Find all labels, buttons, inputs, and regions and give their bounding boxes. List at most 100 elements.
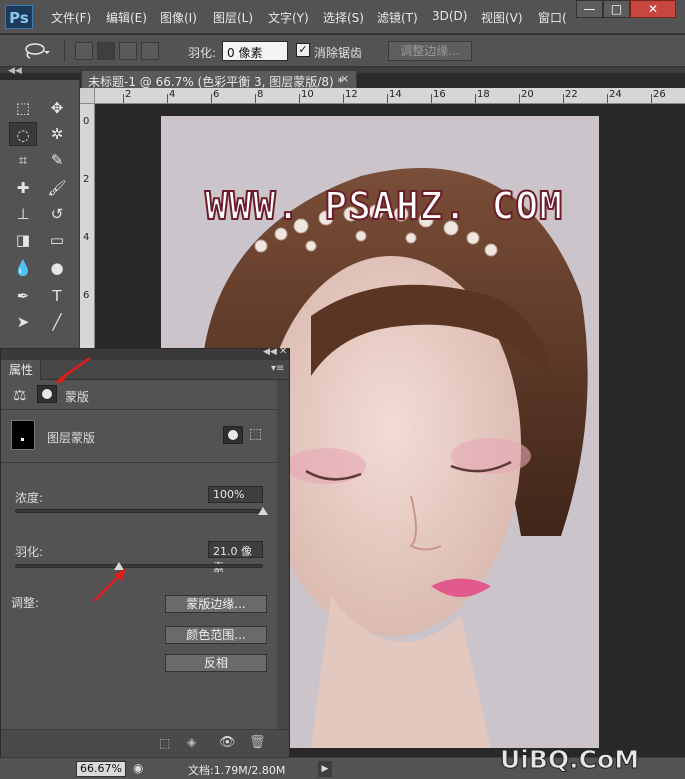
load-selection-icon[interactable]: ⬚ <box>159 736 170 750</box>
type-tool-icon[interactable]: T <box>43 284 71 308</box>
lasso-tool-icon[interactable]: ◌ <box>9 122 37 146</box>
antialias-checkbox[interactable]: ✓ <box>296 43 310 57</box>
annotation-arrow <box>93 568 126 602</box>
feather-value-field[interactable]: 21.0 像素 <box>208 541 263 574</box>
refine-edge-button[interactable]: 调整边缘... <box>388 41 472 61</box>
menu-file[interactable]: 文件(F) <box>51 9 91 26</box>
adjust-label: 调整: <box>11 596 40 610</box>
density-label: 浓度: <box>15 491 44 505</box>
marquee-tool-icon[interactable]: ⬚ <box>9 96 37 120</box>
collapse-panel-icon[interactable]: ◀◀ <box>8 66 22 76</box>
panel-footer: ⬚ ◈ 👁 🗑 <box>1 729 289 757</box>
ruler-tick-label: 6 <box>83 290 90 301</box>
trash-icon[interactable]: 🗑 <box>249 735 266 750</box>
menu-view[interactable]: 视图(V) <box>481 9 523 26</box>
subtract-selection-button[interactable] <box>119 42 137 60</box>
invert-button[interactable]: 反相 <box>165 654 267 672</box>
document-tab[interactable]: 未标题-1 @ 66.7% (色彩平衡 3, 图层蒙版/8) * × <box>81 70 357 89</box>
divider <box>1 409 276 410</box>
crop-tool-icon[interactable]: ⌗ <box>9 148 37 172</box>
ruler-tick <box>519 94 520 103</box>
mask-thumbnail[interactable] <box>11 420 35 450</box>
horizontal-ruler[interactable]: 2 4 6 8 10 12 14 16 18 20 22 24 26 <box>95 88 685 104</box>
color-range-button[interactable]: 颜色范围... <box>165 626 267 644</box>
ruler-tick <box>167 94 168 103</box>
ruler-tick <box>607 94 608 103</box>
eyedropper-tool-icon[interactable]: ✎ <box>43 148 71 172</box>
panel-tabbar: 属性 ▾≡ <box>1 360 289 380</box>
visibility-eye-icon[interactable]: 👁 <box>219 735 236 750</box>
mask-edge-button[interactable]: 蒙版边缘... <box>165 595 267 613</box>
antialias-label: 消除锯齿 <box>314 46 363 60</box>
ruler-tick-label: 2 <box>125 89 132 100</box>
density-slider-thumb[interactable] <box>258 507 268 515</box>
select-layer-mask-button[interactable] <box>223 426 243 444</box>
panel-topbar: ◀◀ ✕ <box>1 346 289 360</box>
section-title: 蒙版 <box>65 390 90 404</box>
collapse-icon[interactable]: ◀◀ <box>263 347 277 357</box>
feather-label: 羽化: <box>15 545 44 559</box>
pen-tool-icon[interactable]: ✒ <box>9 284 37 308</box>
clone-stamp-tool-icon[interactable]: ⊥ <box>9 202 37 226</box>
zoom-field[interactable]: 66.67% <box>76 761 126 777</box>
panel-menu-icon[interactable]: ▾≡ <box>271 363 284 374</box>
tab-properties[interactable]: 属性 <box>1 360 41 380</box>
vector-mask-icon[interactable]: ⬚ <box>249 426 262 442</box>
feather-slider[interactable] <box>15 564 263 568</box>
menu-image[interactable]: 图像(I) <box>160 9 197 26</box>
density-slider[interactable] <box>15 509 263 513</box>
intersect-selection-button[interactable] <box>141 42 159 60</box>
lasso-icon[interactable] <box>24 43 50 59</box>
ruler-tick-label: 8 <box>257 89 264 100</box>
mask-dot <box>21 438 24 441</box>
maximize-button[interactable]: □ <box>603 0 630 18</box>
history-brush-tool-icon[interactable]: ↺ <box>43 202 71 226</box>
add-selection-button[interactable] <box>97 42 115 60</box>
close-tab-icon[interactable]: × <box>340 72 349 85</box>
feather-input[interactable]: 0 像素 <box>222 41 288 61</box>
close-icon: ✕ <box>647 2 659 16</box>
annotation-arrow <box>54 356 91 383</box>
minimize-button[interactable]: — <box>576 0 603 18</box>
divider <box>64 40 65 62</box>
panel-scrollbar[interactable] <box>277 380 289 730</box>
adjustment-icon[interactable]: ⚖ <box>13 386 26 404</box>
menu-bar: Ps 文件(F) 编辑(E) 图像(I) 图层(L) 文字(Y) 选择(S) 滤… <box>0 0 685 34</box>
ruler-tick-label: 22 <box>565 89 578 100</box>
move-tool-icon[interactable]: ✥ <box>43 96 71 120</box>
menu-filter[interactable]: 滤镜(T) <box>377 9 418 26</box>
minimize-icon: — <box>583 2 596 16</box>
path-selection-tool-icon[interactable]: ➤ <box>9 310 37 334</box>
new-selection-button[interactable] <box>75 42 93 60</box>
menu-type[interactable]: 文字(Y) <box>268 9 309 26</box>
healing-brush-tool-icon[interactable]: ✚ <box>9 176 37 200</box>
density-value-field[interactable]: 100% <box>208 486 263 503</box>
status-menu-arrow-icon[interactable]: ▶ <box>318 761 332 777</box>
eraser-tool-icon[interactable]: ◨ <box>9 228 37 252</box>
status-info-icon[interactable]: ◉ <box>133 761 143 775</box>
blur-tool-icon[interactable]: 💧 <box>9 256 37 280</box>
photoshop-logo: Ps <box>5 5 33 29</box>
ruler-tick <box>211 94 212 103</box>
pixel-mask-icon <box>228 430 238 440</box>
menu-window[interactable]: 窗口( <box>538 9 567 26</box>
dodge-tool-icon[interactable]: ● <box>43 256 71 280</box>
magic-wand-tool-icon[interactable]: ✲ <box>43 122 71 146</box>
ruler-origin[interactable] <box>80 88 95 104</box>
brush-tool-icon[interactable]: 🖌 <box>43 176 71 200</box>
close-panel-icon[interactable]: ✕ <box>279 346 287 357</box>
line-tool-icon[interactable]: ╱ <box>43 310 71 334</box>
gradient-tool-icon[interactable]: ▭ <box>43 228 71 252</box>
options-bar: 羽化: 0 像素 ✓ 消除锯齿 调整边缘... <box>0 35 685 67</box>
ruler-tick-label: 4 <box>83 232 90 243</box>
pixel-mask-button[interactable] <box>37 385 57 403</box>
divider <box>1 462 276 463</box>
close-window-button[interactable]: ✕ <box>630 0 676 18</box>
ruler-tick-label: 16 <box>433 89 446 100</box>
menu-layer[interactable]: 图层(L) <box>213 9 253 26</box>
apply-mask-icon[interactable]: ◈ <box>187 735 196 749</box>
properties-body: ⚖ 蒙版 图层蒙版 ⬚ 浓度: 100% 羽化: 21.0 像素 调整: 蒙版边… <box>1 380 276 730</box>
menu-edit[interactable]: 编辑(E) <box>106 9 147 26</box>
menu-select[interactable]: 选择(S) <box>323 9 364 26</box>
menu-3d[interactable]: 3D(D) <box>432 9 467 23</box>
